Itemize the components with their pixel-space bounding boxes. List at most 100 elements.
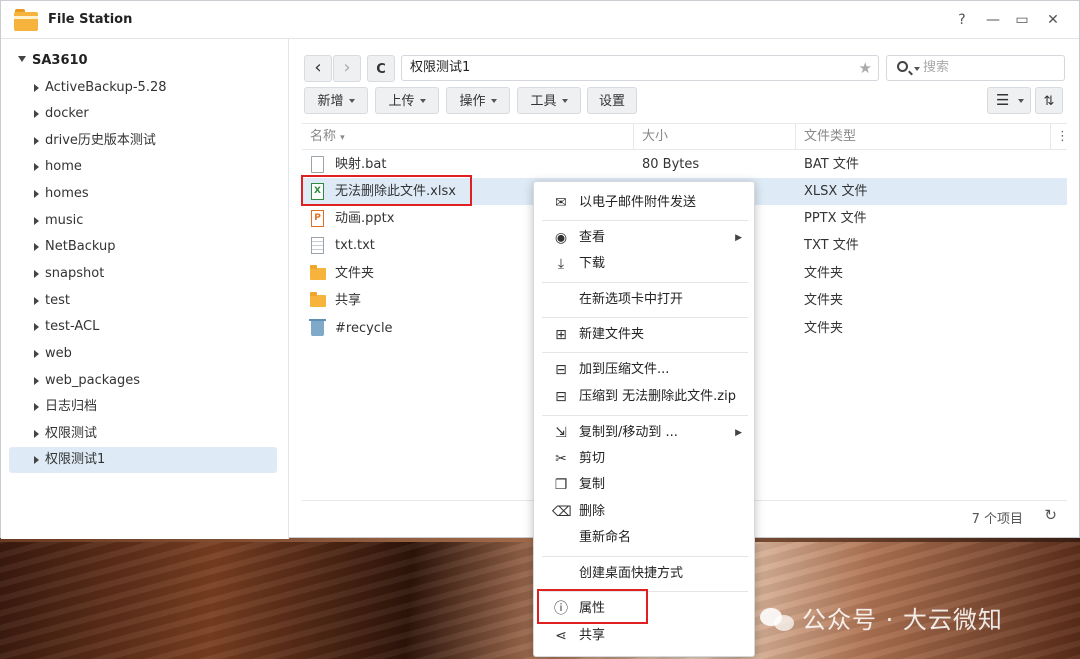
- tree-item-docker[interactable]: docker: [9, 101, 277, 127]
- list-view-icon: ☰: [996, 91, 1010, 109]
- forward-button[interactable]: ›: [333, 55, 361, 82]
- table-row[interactable]: 映射.bat 80 Bytes BAT 文件: [302, 151, 1067, 178]
- menu-item-open-new-tab[interactable]: 在新选项卡中打开: [534, 287, 754, 313]
- tree-item-activebackup[interactable]: ActiveBackup-5.28: [9, 75, 277, 101]
- caret-right-icon: [34, 297, 39, 305]
- tree-item-music[interactable]: music: [9, 208, 277, 234]
- menu-item-new-folder[interactable]: ⊞ 新建文件夹: [534, 322, 754, 348]
- share-icon: ⋖: [555, 628, 567, 644]
- trash-icon: ⌫: [552, 504, 572, 520]
- action-button[interactable]: 操作: [446, 87, 510, 114]
- path-text: 权限测试1: [410, 60, 471, 75]
- caret-right-icon: [34, 377, 39, 385]
- tree-item-test[interactable]: test: [9, 288, 277, 314]
- menu-item-copy[interactable]: ❐ 复制: [534, 472, 754, 498]
- pptx-file-icon: P: [311, 210, 324, 227]
- sort-desc-icon: ▾: [340, 133, 345, 143]
- menu-item-delete[interactable]: ⌫ 删除: [534, 499, 754, 525]
- archive-icon: ⊟: [555, 362, 567, 378]
- tree-item-web[interactable]: web: [9, 341, 277, 367]
- caret-right-icon: [34, 190, 39, 198]
- create-button[interactable]: 新增: [304, 87, 368, 114]
- mail-icon: ✉: [555, 195, 567, 211]
- new-folder-icon: ⊞: [555, 327, 567, 343]
- tree-item-homes[interactable]: homes: [9, 181, 277, 207]
- wechat-logo-icon: [760, 606, 794, 632]
- path-bar[interactable]: 权限测试1 ★: [401, 55, 879, 81]
- search-placeholder: 搜索: [923, 60, 950, 75]
- txt-file-icon: [311, 237, 324, 254]
- menu-item-rename[interactable]: 重新命名: [534, 525, 754, 551]
- folder-icon: [310, 292, 326, 307]
- bat-file-icon: [311, 156, 324, 173]
- upload-button[interactable]: 上传: [375, 87, 439, 114]
- column-type[interactable]: 文件类型: [796, 124, 1051, 150]
- minimize-button[interactable]: —: [983, 10, 1003, 30]
- menu-item-view[interactable]: ◉ 查看 ▶: [534, 225, 754, 251]
- tree-item-permission-test[interactable]: 权限测试: [9, 421, 277, 447]
- menu-item-compress-to[interactable]: ⊟ 压缩到 无法删除此文件.zip: [534, 384, 754, 410]
- caret-right-icon: [34, 243, 39, 251]
- folder-icon: [310, 265, 326, 280]
- menu-item-cut[interactable]: ✂ 剪切: [534, 446, 754, 472]
- archive-icon: ⊟: [555, 389, 567, 405]
- eye-icon: ◉: [554, 230, 568, 246]
- close-button[interactable]: ✕: [1043, 10, 1063, 30]
- search-icon: [897, 61, 908, 72]
- copy-icon: ❐: [554, 477, 568, 493]
- item-count: 7 个项目: [971, 512, 1023, 527]
- title-bar: File Station ? — ▭ ✕: [1, 1, 1079, 39]
- submenu-arrow-icon: ▶: [735, 233, 742, 243]
- menu-item-email[interactable]: ✉ 以电子邮件附件发送: [534, 190, 754, 216]
- sort-button[interactable]: ⇅: [1035, 87, 1063, 114]
- chevron-down-icon: [348, 99, 355, 103]
- view-mode-button[interactable]: ☰: [987, 87, 1031, 114]
- menu-item-share[interactable]: ⋖ 共享: [534, 623, 754, 649]
- download-icon: ⤓: [557, 256, 565, 272]
- tree-item-permission-test-1[interactable]: 权限测试1: [9, 447, 277, 473]
- tree-item-test-acl[interactable]: test-ACL: [9, 314, 277, 340]
- menu-item-add-archive[interactable]: ⊟ 加到压缩文件...: [534, 357, 754, 383]
- column-name[interactable]: 名称 ▾: [302, 124, 634, 150]
- tree-root[interactable]: SA3610: [18, 53, 88, 68]
- chevron-down-icon: [561, 99, 568, 103]
- scissors-icon: ✂: [555, 451, 567, 467]
- settings-button[interactable]: 设置: [587, 87, 637, 114]
- back-button[interactable]: ‹: [304, 55, 332, 82]
- star-icon[interactable]: ★: [859, 56, 872, 80]
- search-input[interactable]: 搜索: [886, 55, 1065, 81]
- column-menu-icon[interactable]: ⋮: [1051, 124, 1069, 150]
- sort-icon: ⇅: [1043, 94, 1055, 109]
- file-station-icon: [14, 9, 38, 31]
- folder-tree: SA3610 ActiveBackup-5.28 docker drive历史版…: [1, 39, 289, 539]
- help-button[interactable]: ?: [952, 10, 972, 30]
- caret-right-icon: [34, 350, 39, 358]
- column-size[interactable]: 大小: [634, 124, 796, 150]
- tree-item-log-archive[interactable]: 日志归档: [9, 394, 277, 420]
- caret-right-icon: [34, 270, 39, 278]
- context-menu: ✉ 以电子邮件附件发送 ◉ 查看 ▶ ⤓ 下载 在新选项卡中打开 ⊞ 新建文件夹 ⊟ 加到压…: [533, 181, 755, 657]
- caret-right-icon: [34, 456, 39, 464]
- menu-item-desktop-shortcut[interactable]: 创建桌面快捷方式: [534, 561, 754, 587]
- menu-item-copy-move[interactable]: ⇲ 复制到/移动到 ... ▶: [534, 420, 754, 446]
- menu-item-download[interactable]: ⤓ 下载: [534, 251, 754, 277]
- maximize-button[interactable]: ▭: [1012, 10, 1032, 30]
- table-header: 名称 ▾ 大小 文件类型 ⋮: [302, 123, 1069, 150]
- highlight-properties: [537, 589, 648, 624]
- tree-item-netbackup[interactable]: NetBackup: [9, 234, 277, 260]
- tree-item-snapshot[interactable]: snapshot: [9, 261, 277, 287]
- submenu-arrow-icon: ▶: [735, 428, 742, 438]
- caret-down-icon: [18, 56, 26, 62]
- tree-item-drive-history[interactable]: drive历史版本测试: [9, 128, 277, 154]
- caret-right-icon: [34, 403, 39, 411]
- tree-item-web-packages[interactable]: web_packages: [9, 368, 277, 394]
- refresh-icon[interactable]: ↻: [1044, 506, 1057, 524]
- tree-item-home[interactable]: home: [9, 154, 277, 180]
- chevron-down-icon: [914, 67, 920, 71]
- caret-right-icon: [34, 110, 39, 118]
- refresh-button[interactable]: C: [367, 55, 395, 82]
- tools-button[interactable]: 工具: [517, 87, 581, 114]
- copy-move-icon: ⇲: [555, 425, 567, 441]
- chevron-down-icon: [419, 99, 426, 103]
- highlight-selected-file: [301, 175, 472, 206]
